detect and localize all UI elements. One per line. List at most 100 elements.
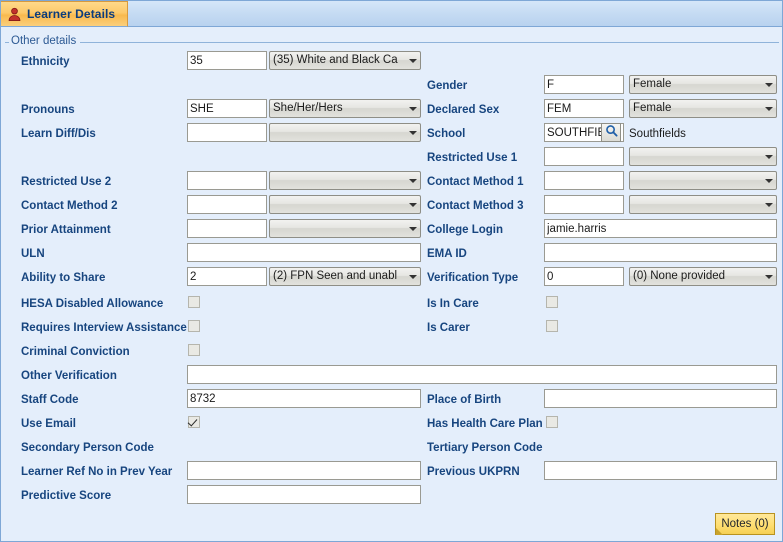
hesa-disabled-allowance-checkbox[interactable] xyxy=(188,296,200,308)
chevron-down-icon xyxy=(761,155,776,159)
note-fold-icon xyxy=(716,528,723,535)
label-contact-method-3: Contact Method 3 xyxy=(427,199,523,213)
label-tertiary-person-code: Tertiary Person Code xyxy=(427,441,542,455)
label-ability-to-share: Ability to Share xyxy=(21,271,105,285)
contact-method-1-dropdown[interactable] xyxy=(629,171,777,190)
tab-strip: Learner Details xyxy=(1,1,783,27)
label-restricted-use-1: Restricted Use 1 xyxy=(427,151,517,165)
contact-method-2-code-input[interactable] xyxy=(187,195,267,214)
gender-code-input[interactable] xyxy=(544,75,624,94)
uln-input[interactable] xyxy=(187,243,421,262)
criminal-conviction-checkbox[interactable] xyxy=(188,344,200,356)
ethnicity-code-input[interactable] xyxy=(187,51,267,70)
school-name-text: Southfields xyxy=(629,127,686,141)
label-learner-ref-no-prev-year: Learner Ref No in Prev Year xyxy=(21,465,172,479)
chevron-down-icon xyxy=(761,179,776,183)
label-uln: ULN xyxy=(21,247,45,261)
declared-sex-code-input[interactable] xyxy=(544,99,624,118)
label-predictive-score: Predictive Score xyxy=(21,489,111,503)
notes-button-label: Notes (0) xyxy=(721,518,768,530)
verification-type-dropdown-text: (0) None provided xyxy=(630,268,761,285)
chevron-down-icon xyxy=(405,203,420,207)
restricted-use-1-dropdown[interactable] xyxy=(629,147,777,166)
predictive-score-input[interactable] xyxy=(187,485,421,504)
label-hesa-disabled-allowance: HESA Disabled Allowance xyxy=(21,297,163,311)
chevron-down-icon xyxy=(405,107,420,111)
place-of-birth-input[interactable] xyxy=(544,389,777,408)
label-secondary-person-code: Secondary Person Code xyxy=(21,441,154,455)
ability-to-share-code-input[interactable] xyxy=(187,267,267,286)
chevron-down-icon xyxy=(761,107,776,111)
label-use-email: Use Email xyxy=(21,417,76,431)
pronouns-dropdown[interactable]: She/Her/Hers xyxy=(269,99,421,118)
use-email-checkbox[interactable] xyxy=(188,416,200,428)
chevron-down-icon xyxy=(405,227,420,231)
label-has-health-care-plan: Has Health Care Plan xyxy=(427,417,543,431)
ability-to-share-dropdown-text: (2) FPN Seen and unabl xyxy=(270,268,405,285)
label-contact-method-1: Contact Method 1 xyxy=(427,175,523,189)
group-legend: Other details xyxy=(9,35,80,47)
label-place-of-birth: Place of Birth xyxy=(427,393,501,407)
label-prior-attainment: Prior Attainment xyxy=(21,223,111,237)
label-requires-interview-assistance: Requires Interview Assistance xyxy=(21,321,187,335)
has-health-care-plan-checkbox[interactable] xyxy=(546,416,558,428)
label-staff-code: Staff Code xyxy=(21,393,79,407)
chevron-down-icon xyxy=(761,275,776,279)
label-declared-sex: Declared Sex xyxy=(427,103,499,117)
label-college-login: College Login xyxy=(427,223,503,237)
ethnicity-dropdown-text: (35) White and Black Ca xyxy=(270,52,405,69)
learner-ref-no-prev-year-input[interactable] xyxy=(187,461,421,480)
learn-diff-dis-dropdown[interactable] xyxy=(269,123,421,142)
contact-method-3-code-input[interactable] xyxy=(544,195,624,214)
staff-code-input[interactable] xyxy=(187,389,421,408)
school-lookup-button[interactable] xyxy=(601,123,621,142)
ethnicity-dropdown[interactable]: (35) White and Black Ca xyxy=(269,51,421,70)
label-gender: Gender xyxy=(427,79,467,93)
previous-ukprn-input[interactable] xyxy=(544,461,777,480)
is-in-care-checkbox[interactable] xyxy=(546,296,558,308)
learn-diff-dis-code-input[interactable] xyxy=(187,123,267,142)
label-learn-diff-dis: Learn Diff/Dis xyxy=(21,127,96,141)
contact-method-3-dropdown[interactable] xyxy=(629,195,777,214)
ability-to-share-dropdown[interactable]: (2) FPN Seen and unabl xyxy=(269,267,421,286)
chevron-down-icon xyxy=(405,179,420,183)
gender-dropdown[interactable]: Female xyxy=(629,75,777,94)
label-contact-method-2: Contact Method 2 xyxy=(21,199,117,213)
label-ema-id: EMA ID xyxy=(427,247,467,261)
is-carer-checkbox[interactable] xyxy=(546,320,558,332)
chevron-down-icon xyxy=(405,59,420,63)
contact-method-2-dropdown[interactable] xyxy=(269,195,421,214)
label-restricted-use-2: Restricted Use 2 xyxy=(21,175,111,189)
chevron-down-icon xyxy=(761,203,776,207)
chevron-down-icon xyxy=(405,275,420,279)
label-verification-type: Verification Type xyxy=(427,271,518,285)
tab-learner-details[interactable]: Learner Details xyxy=(1,1,128,27)
requires-interview-assistance-checkbox[interactable] xyxy=(188,320,200,332)
label-school: School xyxy=(427,127,465,141)
magnifier-icon xyxy=(605,124,618,142)
group-border-line xyxy=(5,42,779,43)
restricted-use-2-code-input[interactable] xyxy=(187,171,267,190)
pronouns-code-input[interactable] xyxy=(187,99,267,118)
gender-dropdown-text: Female xyxy=(630,76,761,93)
other-verification-input[interactable] xyxy=(187,365,777,384)
label-pronouns: Pronouns xyxy=(21,103,75,117)
prior-attainment-code-input[interactable] xyxy=(187,219,267,238)
restricted-use-1-code-input[interactable] xyxy=(544,147,624,166)
college-login-input[interactable] xyxy=(544,219,777,238)
label-is-in-care: Is In Care xyxy=(427,297,479,311)
chevron-down-icon xyxy=(405,131,420,135)
notes-button[interactable]: Notes (0) xyxy=(715,513,775,535)
declared-sex-dropdown[interactable]: Female xyxy=(629,99,777,118)
prior-attainment-dropdown[interactable] xyxy=(269,219,421,238)
label-other-verification: Other Verification xyxy=(21,369,117,383)
verification-type-dropdown[interactable]: (0) None provided xyxy=(629,267,777,286)
label-previous-ukprn: Previous UKPRN xyxy=(427,465,520,479)
declared-sex-dropdown-text: Female xyxy=(630,100,761,117)
learner-details-window: Learner Details Other details Ethnicity … xyxy=(0,0,783,542)
label-criminal-conviction: Criminal Conviction xyxy=(21,345,130,359)
ema-id-input[interactable] xyxy=(544,243,777,262)
verification-type-code-input[interactable] xyxy=(544,267,624,286)
contact-method-1-code-input[interactable] xyxy=(544,171,624,190)
restricted-use-2-dropdown[interactable] xyxy=(269,171,421,190)
